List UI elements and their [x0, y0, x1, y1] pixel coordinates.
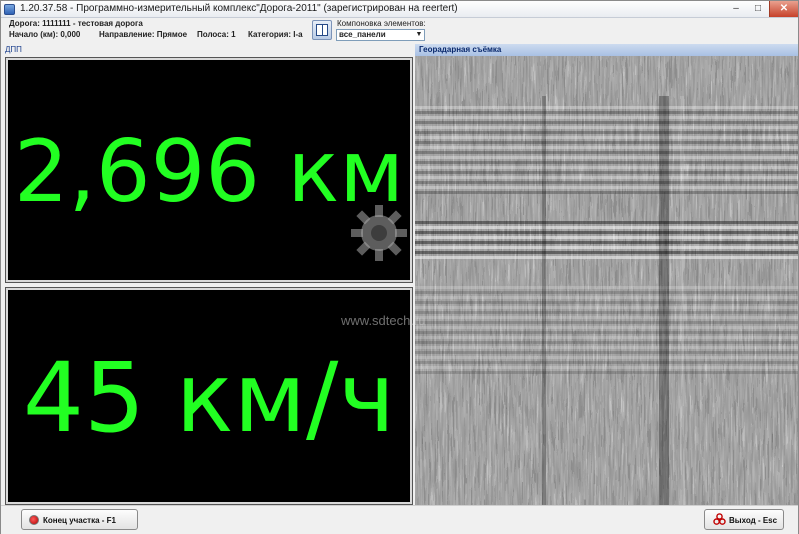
lane: Полоса: 1 — [197, 30, 236, 39]
end-section-button[interactable]: Конец участка - F1 — [21, 509, 138, 530]
window-title: 1.20.37.58 - Программно-измерительный ко… — [20, 3, 458, 14]
georadar-panel-title: Георадарная съёмка — [415, 44, 798, 56]
bottom-toolbar: Конец участка - F1 Выход - Esc — [1, 505, 798, 534]
close-button[interactable]: ✕ — [769, 1, 798, 17]
title-bar: 1.20.37.58 - Программно-измерительный ко… — [1, 1, 798, 18]
layout-select[interactable]: все_панели ▼ — [336, 29, 425, 41]
main-window: 1.20.37.58 - Программно-измерительный ко… — [0, 0, 799, 534]
radargram-layers-upper — [415, 104, 798, 194]
start-km: Начало (км): 0,000 — [9, 30, 81, 39]
biohazard-exit-icon — [713, 513, 726, 525]
road-info-header: Дорога: 1111111 - тестовая дорога Начало… — [1, 18, 798, 44]
app-icon — [4, 4, 15, 15]
radargram-seam-3 — [680, 96, 684, 505]
watermark-text: www.sdtech.ru — [341, 313, 426, 328]
layout-select-value: все_панели — [339, 30, 386, 39]
gear-watermark-icon — [351, 205, 407, 261]
layout-grid-icon — [316, 24, 328, 36]
radargram-layers-middle — [415, 221, 798, 261]
exit-label: Выход - Esc — [729, 516, 778, 525]
exit-button[interactable]: Выход - Esc — [704, 509, 784, 530]
speed-value: 45 км/ч — [22, 342, 396, 454]
radargram — [415, 56, 798, 505]
end-section-label: Конец участка - F1 — [43, 516, 116, 525]
chevron-down-icon[interactable]: ▼ — [414, 30, 424, 40]
maximize-button[interactable]: □ — [747, 1, 769, 17]
radargram-layers-lower — [415, 286, 798, 376]
layout-label: Компоновка элементов: — [337, 19, 426, 28]
category: Категория: I-a — [248, 30, 303, 39]
record-icon — [29, 515, 39, 525]
minimize-button[interactable]: – — [725, 1, 747, 17]
direction: Направление: Прямое — [99, 30, 188, 39]
radargram-seam-1 — [542, 96, 546, 505]
dpp-panel-title: ДПП — [1, 44, 414, 56]
radargram-seam-2 — [659, 96, 669, 505]
layout-button[interactable] — [312, 20, 332, 40]
road-name: Дорога: 1111111 - тестовая дорога — [9, 19, 143, 28]
